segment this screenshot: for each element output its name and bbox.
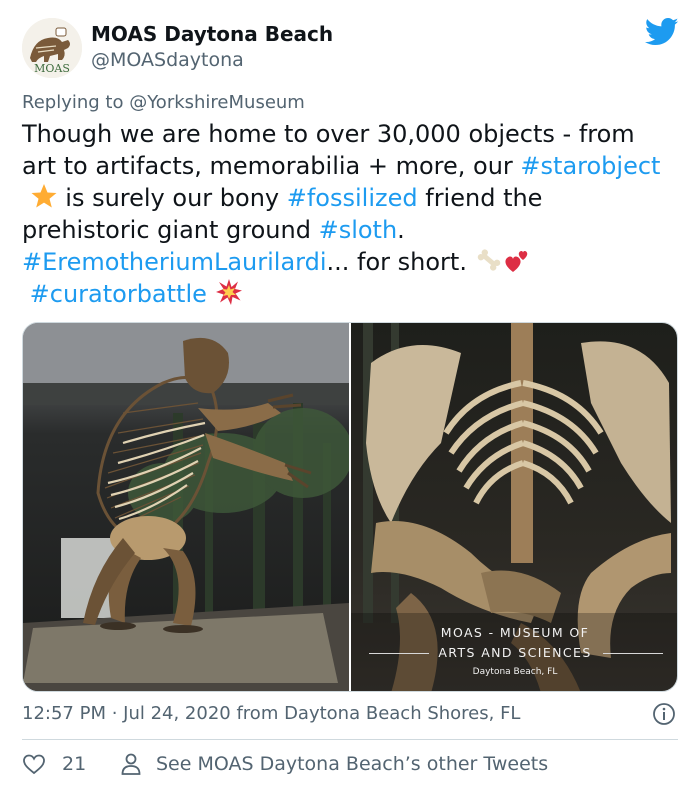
caption-rule-left xyxy=(369,653,429,654)
caption-rule-right xyxy=(603,653,663,654)
like-count: 21 xyxy=(62,753,87,775)
divider xyxy=(22,739,678,740)
media-caption-line2: ARTS AND SCIENCES xyxy=(438,645,592,660)
tweet-line-5: #EremotheriumLaurilardi... for short. xyxy=(22,246,682,278)
sloth-ribcage-photo[interactable]: MOAS - MUSEUM OF ARTS AND SCIENCES Dayto… xyxy=(351,323,677,691)
account-handle[interactable]: @MOASdaytona xyxy=(91,49,244,71)
tweet-text: Though we are home to over 30,000 object… xyxy=(22,118,682,310)
tweet-text-segment: art to artifacts, memorabilia + more, ou… xyxy=(22,152,521,180)
person-icon xyxy=(121,753,141,775)
media-caption-line1: MOAS - MUSEUM OF xyxy=(440,625,590,640)
hashtag-curatorbattle[interactable]: #curatorbattle xyxy=(30,280,207,308)
two-hearts-emoji-icon xyxy=(505,251,527,272)
hashtag-sloth[interactable]: #sloth xyxy=(319,216,398,244)
avatar[interactable]: MOAS xyxy=(22,18,82,78)
tweet-line-6: #curatorbattle xyxy=(22,278,682,310)
moas-logo-icon: MOAS xyxy=(22,18,82,78)
tweet-line-4: prehistoric giant ground #sloth. xyxy=(22,214,682,246)
tweet-text-segment: is surely our bony xyxy=(57,184,287,212)
reply-prefix: Replying to xyxy=(22,92,130,113)
media-grid: MOAS - MUSEUM OF ARTS AND SCIENCES Dayto… xyxy=(22,322,678,692)
tweet-actions: 21 See MOAS Daytona Beach’s other Tweets xyxy=(22,752,678,780)
like-button[interactable]: 21 xyxy=(22,752,86,776)
reply-context: Replying to @YorkshireMuseum xyxy=(22,92,305,113)
tweet-line-3: is surely our bony #fossilized friend th… xyxy=(22,182,682,214)
tweet-line-2: art to artifacts, memorabilia + more, ou… xyxy=(22,150,682,182)
heart-icon xyxy=(23,754,45,775)
bone-emoji-icon xyxy=(477,249,500,271)
tweet-text-segment: friend the xyxy=(417,184,543,212)
collision-emoji-icon xyxy=(215,279,242,305)
tweet-text-segment: . xyxy=(397,216,405,244)
sloth-skeleton-photo[interactable] xyxy=(23,323,349,691)
reply-mention-link[interactable]: @YorkshireMuseum xyxy=(129,92,305,113)
hashtag-eremotherium[interactable]: #EremotheriumLaurilardi xyxy=(22,248,327,276)
hashtag-starobject[interactable]: #starobject xyxy=(520,152,660,180)
svg-text:MOAS: MOAS xyxy=(34,62,70,75)
tweet-card: MOAS MOAS Daytona Beach @MOASdaytona Rep… xyxy=(0,0,700,793)
twitter-bird-icon[interactable] xyxy=(645,17,679,47)
star-emoji-icon xyxy=(31,184,57,208)
media-caption-line3: Daytona Beach, FL xyxy=(472,667,558,677)
tweet-text-segment: prehistoric giant ground xyxy=(22,216,319,244)
hashtag-fossilized[interactable]: #fossilized xyxy=(287,184,418,212)
tweet-text-segment: ... for short. xyxy=(326,248,475,276)
tweet-text-segment: Though we are home to over 30,000 object… xyxy=(22,120,635,148)
see-other-tweets-link[interactable]: See MOAS Daytona Beach’s other Tweets xyxy=(120,752,548,776)
account-name[interactable]: MOAS Daytona Beach xyxy=(91,22,333,46)
info-icon[interactable] xyxy=(652,702,676,726)
tweet-timestamp[interactable]: 12:57 PM · Jul 24, 2020 from Daytona Bea… xyxy=(22,703,520,724)
tweet-line-1: Though we are home to over 30,000 object… xyxy=(22,118,682,150)
see-other-tweets-label: See MOAS Daytona Beach’s other Tweets xyxy=(156,753,549,775)
